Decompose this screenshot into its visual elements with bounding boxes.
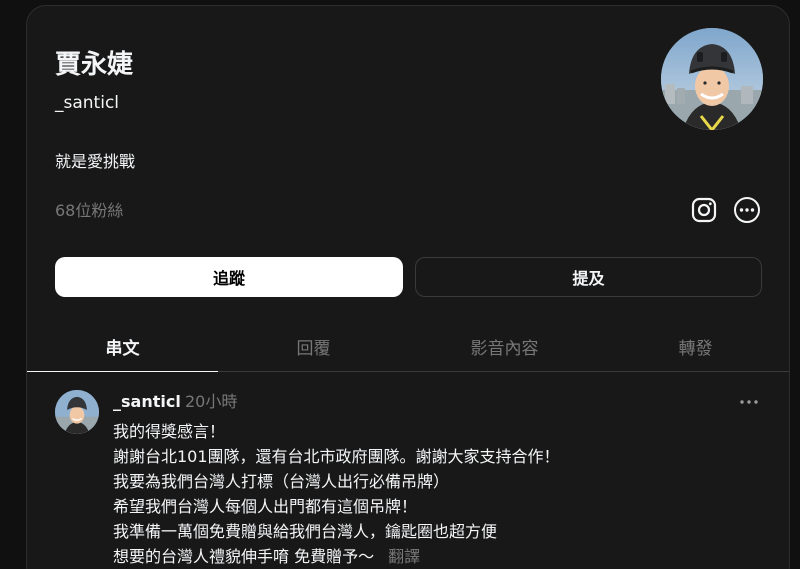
post-author-handle[interactable]: _santicl: [113, 391, 181, 413]
more-options-button[interactable]: [732, 195, 762, 225]
post-text-line: 我的得獎感言！: [113, 422, 226, 441]
tab-replies[interactable]: 回覆: [218, 322, 409, 371]
ellipsis-icon: [740, 400, 758, 404]
profile-tabs: 串文 回覆 影音內容 轉發: [27, 322, 789, 372]
profile-bio: 就是愛挑戰: [55, 152, 136, 171]
post-menu-button[interactable]: [737, 392, 761, 412]
tab-threads[interactable]: 串文: [27, 322, 218, 371]
post-text-line: 想要的台灣人禮貌伸手唷 免費贈予～: [113, 547, 375, 566]
avatar-photo-icon: [55, 390, 99, 434]
post-text-line: 希望我們台灣人每個人出門都有這個吊牌！: [113, 497, 418, 516]
profile-display-name: 賈永婕: [55, 50, 134, 80]
thread-post: _santicl 20小時 我的得獎感言！ 謝謝台北101團隊，還有台北市政府團…: [27, 372, 789, 569]
profile-avatar[interactable]: [661, 28, 763, 130]
profile-handle[interactable]: _santicl: [55, 92, 119, 114]
follow-button[interactable]: 追蹤: [55, 257, 403, 297]
more-circle-icon: [734, 197, 760, 223]
post-text-line-last: 想要的台灣人禮貌伸手唷 免費贈予～ 翻譯: [113, 544, 753, 569]
tab-reposts[interactable]: 轉發: [600, 322, 789, 371]
post-text-line: 謝謝台北101團隊，還有台北市政府團隊。謝謝大家支持合作！: [113, 447, 560, 466]
translate-link[interactable]: 翻譯: [388, 547, 420, 566]
mention-button[interactable]: 提及: [415, 257, 762, 297]
post-text-line: 我準備一萬個免費贈與給我們台灣人，鑰匙圈也超方便: [113, 522, 498, 541]
tab-media[interactable]: 影音內容: [409, 322, 600, 371]
post-body: 我的得獎感言！ 謝謝台北101團隊，還有台北市政府團隊。謝謝大家支持合作！ 我要…: [113, 419, 753, 569]
avatar-photo-icon: [661, 28, 763, 130]
post-author-avatar[interactable]: [55, 390, 99, 434]
instagram-button[interactable]: [689, 195, 719, 225]
followers-count[interactable]: 68位粉絲: [55, 200, 123, 222]
post-text-line: 我要為我們台灣人打標（台灣人出行必備吊牌）: [113, 472, 450, 491]
post-timestamp[interactable]: 20小時: [185, 391, 237, 413]
instagram-icon: [691, 197, 717, 223]
profile-panel: 賈永婕 _santicl 就是愛挑戰 68位粉絲 追蹤 提及 串文 回覆 影音內…: [26, 5, 790, 569]
page: 賈永婕 _santicl 就是愛挑戰 68位粉絲 追蹤 提及 串文 回覆 影音內…: [0, 0, 800, 569]
